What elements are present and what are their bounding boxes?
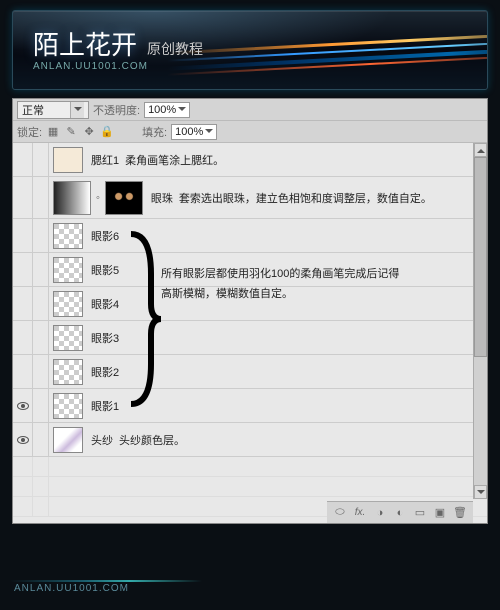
layer-thumb[interactable] xyxy=(53,181,91,215)
scroll-thumb[interactable] xyxy=(474,157,487,357)
layer-desc: 套索选出眼珠，建立色相饱和度调整层，数值自定。 xyxy=(179,190,432,206)
lock-move-icon[interactable]: ✥ xyxy=(82,125,96,139)
eye-icon xyxy=(17,436,29,444)
panel-footer: ⬭ fx. ◑ ◐ ▭ ▣ 🗑 xyxy=(327,501,473,523)
visibility-toggle[interactable] xyxy=(13,423,33,456)
layer-thumb[interactable] xyxy=(53,393,83,419)
lock-brush-icon[interactable]: ✎ xyxy=(64,125,78,139)
banner-subtitle: 原创教程 xyxy=(147,39,203,59)
lock-label: 锁定: xyxy=(17,124,42,140)
layer-row[interactable]: 眼影3 xyxy=(13,321,487,355)
header-banner: 陌上花开 原创教程 ANLAN.UU1001.COM xyxy=(12,10,488,90)
scroll-up-icon[interactable] xyxy=(474,143,487,157)
layers-list: 腮红1 柔角画笔涂上腮红。 ◦ 眼珠 套索选出眼珠，建立色相饱和度调整层，数值自… xyxy=(13,143,487,523)
layer-row[interactable]: 头纱头纱颜色层。 xyxy=(13,423,487,457)
layer-name: 眼珠 xyxy=(151,190,173,206)
layer-name: 眼影1 xyxy=(91,398,119,414)
layer-row[interactable]: 眼影6 xyxy=(13,219,487,253)
layer-name: 眼影2 xyxy=(91,364,119,380)
link-icon[interactable]: ⬭ xyxy=(333,506,347,520)
visibility-toggle[interactable] xyxy=(13,287,33,320)
layer-desc: 柔角画笔涂上腮红。 xyxy=(125,152,224,168)
scrollbar[interactable] xyxy=(473,143,487,499)
layers-panel: 正常 不透明度: 100% 锁定: ▦ ✎ ✥ 🔒 填充: 100% 腮红1 柔… xyxy=(12,98,488,524)
visibility-toggle[interactable] xyxy=(13,253,33,286)
blend-mode-value: 正常 xyxy=(22,102,44,118)
lock-all-icon[interactable]: 🔒 xyxy=(100,125,114,139)
layer-name: 腮红1 xyxy=(91,152,119,168)
layer-row[interactable]: 眼影1 xyxy=(13,389,487,423)
annotation-text: 所有眼影层都使用羽化100的柔角画笔完成后记得 高斯模糊，模糊数值自定。 xyxy=(161,265,401,305)
scroll-down-icon[interactable] xyxy=(474,485,487,499)
opacity-input[interactable]: 100% xyxy=(144,102,190,118)
brace-icon xyxy=(121,229,161,412)
layer-thumb[interactable] xyxy=(53,427,83,453)
footer-url: ANLAN.UU1001.COM xyxy=(14,583,129,594)
layer-desc: 头纱颜色层。 xyxy=(119,432,185,448)
layer-row[interactable]: 腮红1 柔角画笔涂上腮红。 xyxy=(13,143,487,177)
visibility-toggle[interactable] xyxy=(13,321,33,354)
lock-transparent-icon[interactable]: ▦ xyxy=(46,125,60,139)
layer-thumb[interactable] xyxy=(53,291,83,317)
eye-icon xyxy=(17,402,29,410)
layer-thumb[interactable] xyxy=(53,223,83,249)
visibility-toggle[interactable] xyxy=(13,219,33,252)
fill-label: 填充: xyxy=(142,124,167,140)
layer-row[interactable]: 眼影2 xyxy=(13,355,487,389)
blend-row: 正常 不透明度: 100% xyxy=(13,99,487,121)
layer-mask-thumb[interactable] xyxy=(105,181,143,215)
layer-thumb[interactable] xyxy=(53,257,83,283)
fill-input[interactable]: 100% xyxy=(171,124,217,140)
fx-icon[interactable]: fx. xyxy=(353,506,367,520)
layer-thumb[interactable] xyxy=(53,147,83,173)
trash-icon[interactable]: 🗑 xyxy=(453,506,467,520)
new-layer-icon[interactable]: ▣ xyxy=(433,506,447,520)
banner-title: 陌上花开 xyxy=(33,25,137,62)
layer-name: 眼影4 xyxy=(91,296,119,312)
layer-thumb[interactable] xyxy=(53,359,83,385)
opacity-label: 不透明度: xyxy=(93,102,140,118)
layer-name: 眼影5 xyxy=(91,262,119,278)
layer-row[interactable]: ◦ 眼珠 套索选出眼珠，建立色相饱和度调整层，数值自定。 xyxy=(13,177,487,219)
blend-mode-select[interactable]: 正常 xyxy=(17,101,89,119)
visibility-toggle[interactable] xyxy=(13,177,33,218)
adjustment-icon[interactable]: ◐ xyxy=(393,506,407,520)
visibility-toggle[interactable] xyxy=(13,389,33,422)
visibility-toggle[interactable] xyxy=(13,355,33,388)
group-icon[interactable]: ▭ xyxy=(413,506,427,520)
lock-row: 锁定: ▦ ✎ ✥ 🔒 填充: 100% xyxy=(13,121,487,143)
banner-url: ANLAN.UU1001.COM xyxy=(33,61,148,72)
visibility-toggle[interactable] xyxy=(13,143,33,176)
layer-name: 眼影3 xyxy=(91,330,119,346)
chevron-down-icon xyxy=(70,102,84,118)
layer-name: 头纱 xyxy=(91,432,113,448)
layer-thumb[interactable] xyxy=(53,325,83,351)
mask-icon[interactable]: ◑ xyxy=(373,506,387,520)
layer-name: 眼影6 xyxy=(91,228,119,244)
